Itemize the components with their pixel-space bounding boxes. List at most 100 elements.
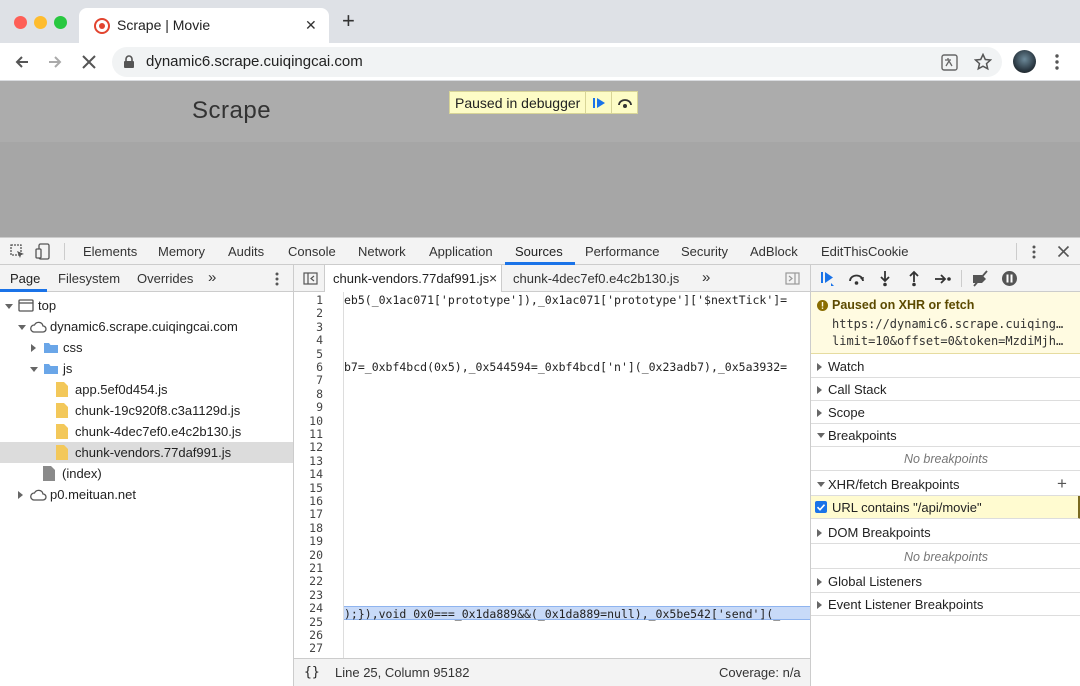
tree-item-domain[interactable]: p0.meituan.net <box>0 484 293 505</box>
maximize-window-button[interactable] <box>54 16 67 29</box>
xhr-breakpoints-section[interactable]: XHR/fetch Breakpoints + <box>811 473 1080 496</box>
line-number[interactable]: 21 <box>309 561 323 575</box>
tab-network[interactable]: Network <box>358 244 406 259</box>
tree-item-file[interactable]: chunk-19c920f8.c3a1129d.js <box>0 400 293 421</box>
tab-page[interactable]: Page <box>10 271 40 286</box>
line-number[interactable]: 12 <box>309 440 323 454</box>
tree-item-file[interactable]: app.5ef0d454.js <box>0 379 293 400</box>
tree-item-domain[interactable]: dynamic6.scrape.cuiqingcai.com <box>0 316 293 337</box>
line-number[interactable]: 10 <box>309 414 323 428</box>
step-over-button[interactable] <box>611 92 637 113</box>
line-number[interactable]: 17 <box>309 507 323 521</box>
tree-item-js[interactable]: js <box>0 358 293 379</box>
line-number[interactable]: 15 <box>309 481 323 495</box>
close-devtools-icon[interactable] <box>1057 245 1070 258</box>
dom-breakpoints-section[interactable]: DOM Breakpoints <box>811 521 1080 544</box>
more-editor-tabs-button[interactable]: » <box>702 269 710 286</box>
navigator-menu-icon[interactable] <box>272 271 282 287</box>
breakpoint-checkbox[interactable] <box>815 501 827 513</box>
resume-button[interactable] <box>585 92 611 113</box>
line-number[interactable]: 7 <box>316 373 323 387</box>
browser-menu-icon[interactable] <box>1050 53 1064 71</box>
line-number[interactable]: 5 <box>316 347 323 361</box>
add-xhr-breakpoint-button[interactable]: + <box>1057 474 1067 494</box>
tab-console[interactable]: Console <box>288 244 336 259</box>
back-icon[interactable] <box>13 53 31 71</box>
address-bar[interactable]: dynamic6.scrape.cuiqingcai.com <box>112 47 1002 77</box>
line-number[interactable]: 23 <box>309 588 323 602</box>
tree-item-index[interactable]: (index) <box>0 463 293 484</box>
tab-performance[interactable]: Performance <box>585 244 659 259</box>
tab-sources[interactable]: Sources <box>515 244 563 259</box>
line-number[interactable]: 18 <box>309 521 323 535</box>
editor-tab-label[interactable]: chunk-4dec7ef0.e4c2b130.js <box>513 271 679 286</box>
tree-item-file[interactable]: chunk-4dec7ef0.e4c2b130.js <box>0 421 293 442</box>
line-number[interactable]: 20 <box>309 548 323 562</box>
tree-item-css[interactable]: css <box>0 337 293 358</box>
new-tab-button[interactable]: + <box>342 10 355 32</box>
tree-item-file-selected[interactable]: chunk-vendors.77daf991.js <box>0 442 293 463</box>
line-number[interactable]: 22 <box>309 574 323 588</box>
line-number[interactable]: 9 <box>316 400 323 414</box>
expand-arrow-icon[interactable] <box>5 304 13 309</box>
step-over-icon[interactable] <box>848 272 865 286</box>
line-number[interactable]: 2 <box>316 306 323 320</box>
line-number[interactable]: 8 <box>316 387 323 401</box>
resume-icon[interactable] <box>820 271 836 287</box>
tab-application[interactable]: Application <box>429 244 493 259</box>
close-window-button[interactable] <box>14 16 27 29</box>
global-listeners-section[interactable]: Global Listeners <box>811 570 1080 593</box>
call-stack-section[interactable]: Call Stack <box>811 378 1080 401</box>
line-number[interactable]: 24 <box>309 601 323 615</box>
step-out-icon[interactable] <box>908 270 920 287</box>
close-editor-tab-button[interactable]: × <box>489 270 497 286</box>
device-toolbar-icon[interactable] <box>35 243 51 260</box>
line-number[interactable]: 14 <box>309 467 323 481</box>
pause-on-exceptions-icon[interactable] <box>1001 270 1018 287</box>
devtools-menu-icon[interactable] <box>1029 244 1039 260</box>
tab-adblock[interactable]: AdBlock <box>750 244 798 259</box>
tab-editthiscookie[interactable]: EditThisCookie <box>821 244 908 259</box>
profile-avatar[interactable] <box>1013 50 1036 73</box>
tab-audits[interactable]: Audits <box>228 244 264 259</box>
browser-tab[interactable]: Scrape | Movie ✕ <box>79 8 329 43</box>
line-number[interactable]: 1 <box>316 293 323 307</box>
collapse-arrow-icon[interactable] <box>18 491 23 499</box>
tab-security[interactable]: Security <box>681 244 728 259</box>
minimize-window-button[interactable] <box>34 16 47 29</box>
scope-section[interactable]: Scope <box>811 401 1080 424</box>
step-icon[interactable] <box>934 273 952 285</box>
line-number[interactable]: 25 <box>309 615 323 629</box>
tree-item-top[interactable]: top <box>0 295 293 316</box>
toggle-navigator-icon[interactable] <box>303 272 318 285</box>
stop-loading-icon[interactable] <box>80 53 98 71</box>
page-brand[interactable]: Scrape <box>192 97 271 125</box>
bookmark-star-icon[interactable] <box>974 53 992 71</box>
line-number[interactable]: 6 <box>316 360 323 374</box>
tab-memory[interactable]: Memory <box>158 244 205 259</box>
pretty-print-button[interactable]: {} <box>304 665 320 680</box>
line-number[interactable]: 16 <box>309 494 323 508</box>
inspect-element-icon[interactable] <box>10 244 25 259</box>
forward-icon[interactable] <box>46 53 64 71</box>
event-listener-breakpoints-section[interactable]: Event Listener Breakpoints <box>811 593 1080 616</box>
xhr-breakpoint-row[interactable]: URL contains "/api/movie" <box>811 496 1080 519</box>
tab-filesystem[interactable]: Filesystem <box>58 271 120 286</box>
line-number[interactable]: 3 <box>316 320 323 334</box>
close-tab-button[interactable]: ✕ <box>305 17 317 34</box>
line-number[interactable]: 26 <box>309 628 323 642</box>
translate-icon[interactable] <box>941 54 958 71</box>
editor-tab-active[interactable]: chunk-vendors.77daf991.js × <box>324 265 502 292</box>
line-number[interactable]: 11 <box>309 427 323 441</box>
line-number[interactable]: 13 <box>309 454 323 468</box>
deactivate-breakpoints-icon[interactable] <box>971 270 989 287</box>
expand-arrow-icon[interactable] <box>18 325 26 330</box>
toggle-debugger-icon[interactable] <box>785 272 800 285</box>
line-number[interactable]: 27 <box>309 641 323 655</box>
step-into-icon[interactable] <box>879 270 891 287</box>
more-tabs-button[interactable]: » <box>208 269 216 286</box>
watch-section[interactable]: Watch <box>811 355 1080 378</box>
code-area[interactable]: eb5(_0x1ac071['prototype']),_0x1ac071['p… <box>344 292 810 658</box>
tab-elements[interactable]: Elements <box>83 244 137 259</box>
line-number[interactable]: 19 <box>309 534 323 548</box>
